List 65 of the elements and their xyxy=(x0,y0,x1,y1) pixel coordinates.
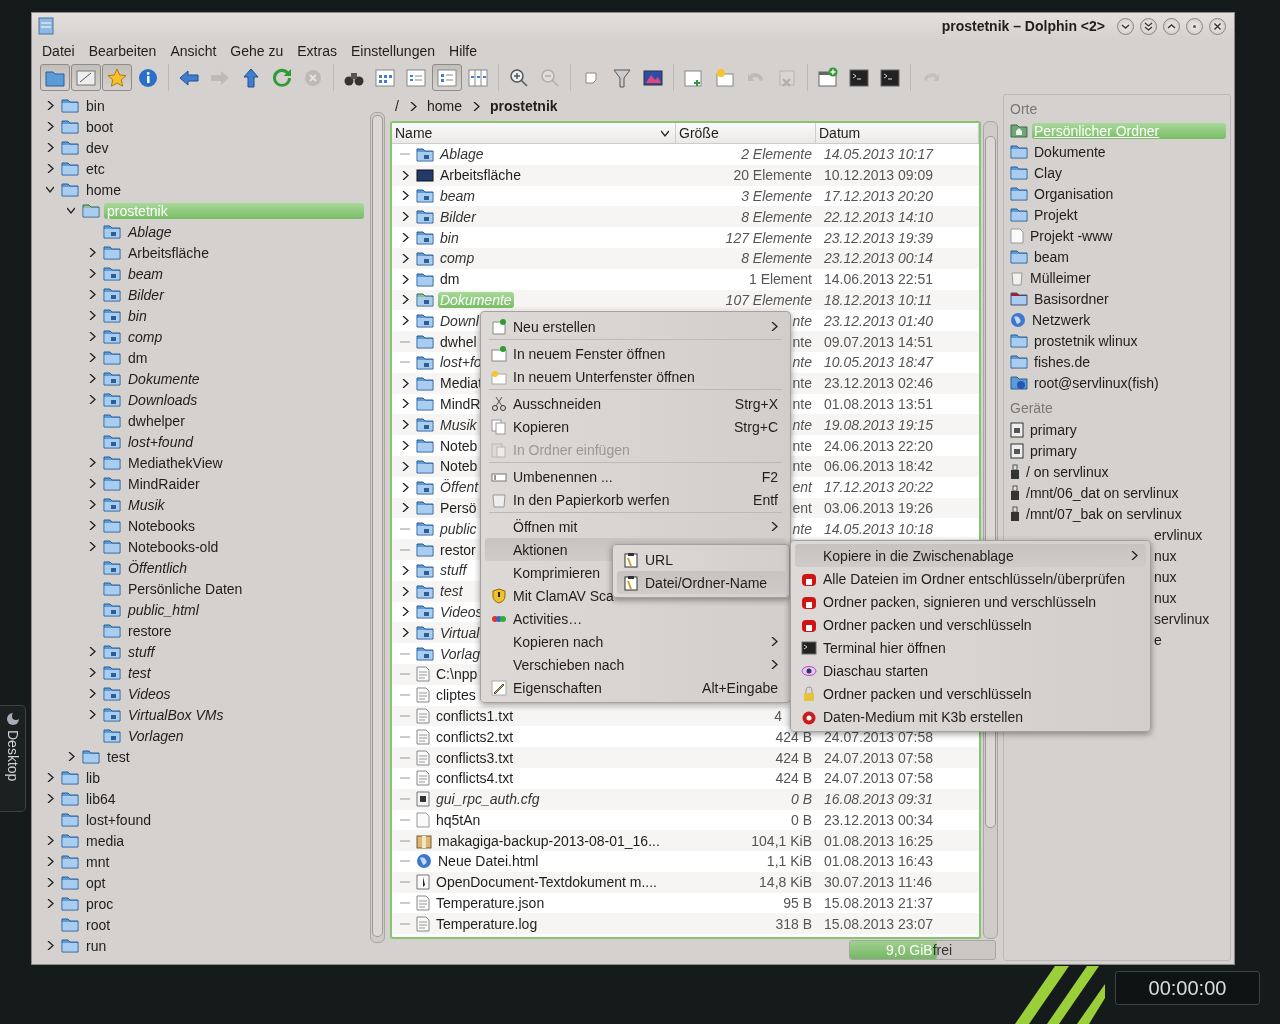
window-title: prostetnik – Dolphin <2> xyxy=(941,18,1105,34)
date-cell-text: 23.12.2013 19:39 xyxy=(823,229,934,246)
date-cell-text: 15.08.2013 23:07 xyxy=(823,915,934,932)
date-cell-text: 01.08.2013 16:25 xyxy=(823,832,934,849)
date-cell-text: 23.12.2013 00:34 xyxy=(823,811,934,828)
date-cell-text: 23.12.2013 01:40 xyxy=(823,312,934,329)
size-cell: ent xyxy=(792,479,812,496)
date-cell-text: 10.05.2013 18:47 xyxy=(823,354,935,371)
size-cell: 424 B xyxy=(775,770,812,787)
size-cell: ent xyxy=(792,499,812,516)
date-cell-text: 01.08.2013 13:51 xyxy=(823,395,934,412)
size-cell: 318 B xyxy=(775,915,812,932)
size-cell: 104,1 KiB xyxy=(751,832,812,849)
size-cell: 3 Elemente xyxy=(741,188,812,204)
date-cell-text: 01.08.2013 16:43 xyxy=(823,853,934,870)
date-cell-text: 22.12.2013 14:10 xyxy=(823,208,934,225)
size-cell: 424 B xyxy=(775,749,812,766)
date-cell-text: 24.06.2013 22:20 xyxy=(823,437,934,454)
size-cell: 2 Elemente xyxy=(741,146,812,163)
date-cell-text: 24.07.2013 07:58 xyxy=(823,728,934,745)
date-cell-text: 15.08.2013 21:37 xyxy=(823,895,934,912)
size-cell: 0 B xyxy=(791,811,812,828)
section-title: Geräte xyxy=(1009,399,1054,418)
size-cell: nte xyxy=(792,312,812,329)
size-cell: nte xyxy=(792,458,812,475)
date-cell-text: 17.12.2013 20:20 xyxy=(823,188,934,204)
free-space-label: 9,0 GiB xyxy=(886,942,933,958)
date-cell-text: 23.12.2013 02:46 xyxy=(823,375,934,392)
date-cell-text: 19.08.2013 19:15 xyxy=(823,416,934,433)
date-cell-text: 14.05.2013 10:17 xyxy=(823,146,935,163)
date-cell-text: 24.07.2013 07:58 xyxy=(823,770,934,787)
size-cell: 20 Elemente xyxy=(733,167,812,184)
size-cell: nte xyxy=(792,375,812,392)
date-cell-text: 17.12.2013 20:22 xyxy=(823,479,934,496)
size-cell: nte xyxy=(792,354,812,371)
clock: 00:00:00 xyxy=(1115,971,1260,1005)
size-cell: 1,1 KiB xyxy=(766,853,812,870)
free-space-suffix: frei xyxy=(932,942,953,958)
size-cell: 8 Elemente xyxy=(741,250,812,267)
size-cell: 8 Elemente xyxy=(741,208,812,225)
date-cell-text: 14.06.2013 22:51 xyxy=(823,271,934,288)
section-title: Orte xyxy=(1009,100,1039,119)
date-cell-text: 16.08.2013 09:31 xyxy=(823,791,934,808)
size-cell: 424 B xyxy=(775,728,812,745)
date-cell-text: 06.06.2013 18:42 xyxy=(823,458,934,475)
size-cell: nte xyxy=(792,520,812,537)
date-cell-text: 23.12.2013 00:14 xyxy=(823,250,934,267)
size-cell: 95 B xyxy=(783,895,812,912)
size-cell: 0 B xyxy=(791,791,812,808)
size-cell: 107 Elemente xyxy=(725,291,812,308)
size-cell: nte xyxy=(792,416,812,433)
date-cell-text: 14.05.2013 10:18 xyxy=(823,520,934,537)
date-cell-text: 09.07.2013 14:51 xyxy=(823,333,934,350)
date-cell-text: 24.07.2013 07:58 xyxy=(823,749,934,766)
size-cell: 1 Element xyxy=(748,271,812,288)
size-cell: nte xyxy=(792,333,812,350)
date-cell-text: 10.12.2013 09:09 xyxy=(823,167,934,184)
date-cell-text: 18.12.2013 10:11 xyxy=(823,291,933,308)
size-cell: nte xyxy=(792,437,812,454)
date-cell-text: 03.06.2013 19:26 xyxy=(823,499,934,516)
date-cell-text: 30.07.2013 11:46 xyxy=(823,874,933,891)
size-cell: nte xyxy=(792,395,812,412)
size-cell: 4 xyxy=(774,707,782,724)
size-cell: 127 Elemente xyxy=(725,229,812,246)
size-cell: 14,8 KiB xyxy=(759,874,812,891)
